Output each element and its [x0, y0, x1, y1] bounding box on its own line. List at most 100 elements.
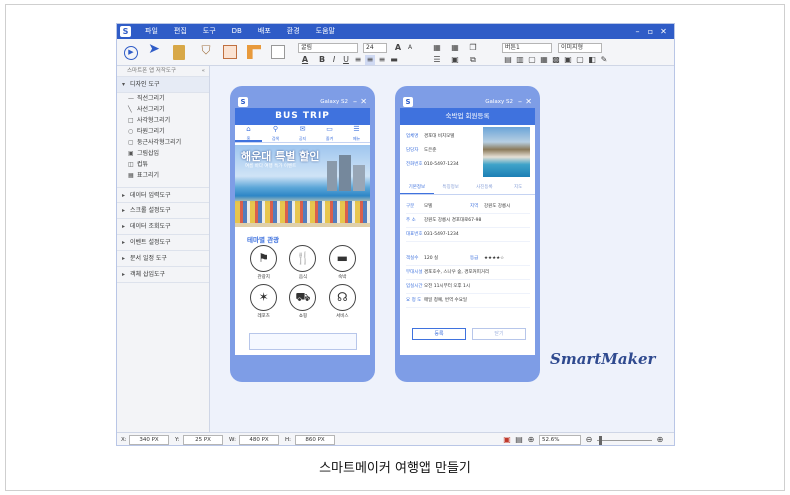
align-type-select[interactable]: 이미지형 [558, 43, 602, 53]
zoom-slider-thumb[interactable] [599, 436, 602, 445]
x-field[interactable]: 340 PX [129, 435, 169, 445]
nav-menu[interactable]: ☰ 메뉴 [343, 125, 370, 142]
tool-ellipse[interactable]: ○ 타원그리기 [117, 126, 209, 137]
stamp-icon[interactable]: ⛉ [200, 44, 212, 60]
tool-diagonal[interactable]: ╲ 사선그리기 [117, 104, 209, 115]
align-icon[interactable] [247, 45, 261, 59]
menu-file[interactable]: 파일 [137, 24, 166, 39]
group-icon[interactable]: ⧉ [468, 55, 478, 65]
align-right-icon[interactable]: ≡ [377, 55, 387, 65]
menu-deploy[interactable]: 배포 [250, 24, 279, 39]
tool-rounded-rect[interactable]: ▢ 둥근사각형그리기 [117, 137, 209, 148]
phone-member-register[interactable]: S Galaxy S2 – ✕ 숙박업 회원등록 업체명 경포대 비치모텔 담당자… [395, 86, 540, 382]
style-select[interactable]: 버튼1 [502, 43, 552, 53]
theme-leisure[interactable]: ✶ 레포츠 [244, 284, 283, 319]
phone1-minimize-icon[interactable]: – [353, 97, 357, 106]
menu-tools[interactable]: 도구 [195, 24, 224, 39]
layout-icon[interactable]: ▦ [432, 43, 442, 53]
close-icon[interactable]: ✕ [657, 24, 670, 39]
tool-table[interactable]: ▦ 표그리기 [117, 170, 209, 181]
theme-shopping[interactable]: ⛟ 쇼핑 [283, 284, 322, 319]
theme-tour[interactable]: ⚑ 관광지 [244, 245, 283, 280]
zoom-select[interactable]: 52.6% [539, 435, 581, 445]
arrange-icon[interactable]: ☰ [432, 55, 442, 65]
pointer-icon[interactable]: ➤ [147, 42, 161, 60]
tool-b-icon[interactable]: ▥ [515, 55, 525, 65]
line-style-icon[interactable]: ▬ [389, 55, 399, 65]
play-icon[interactable]: ▶ [124, 46, 138, 60]
design-canvas[interactable]: S Galaxy S2 – ✕ BUS TRIP ⌂ 홈 ⚲ 검색 ✉ 공지 ▭ 즐겨 … [210, 66, 674, 432]
section-object-insert[interactable]: ▸ 객체 삽입도구 [117, 267, 209, 283]
zoom-in-icon[interactable]: ⊕ [655, 435, 665, 445]
tool-cup[interactable]: ◫ 컵튜 [117, 159, 209, 170]
font-color-icon[interactable]: A [300, 55, 310, 65]
tool-line[interactable]: — 직선그리기 [117, 93, 209, 104]
theme-service[interactable]: ☊ 서비스 [323, 284, 362, 319]
section-schedule[interactable]: ▸ 문서 일정 도구 [117, 251, 209, 267]
tab-map[interactable]: 지도 [501, 182, 535, 194]
brush-icon[interactable]: ✎ [599, 55, 609, 65]
align-center-icon[interactable]: ≡ [365, 55, 375, 65]
nav-favorite[interactable]: ▭ 즐겨 [316, 125, 343, 142]
font-size-select[interactable]: 24 [363, 43, 387, 53]
frame-icon[interactable] [271, 45, 285, 59]
font-select[interactable]: 굴림 [298, 43, 358, 53]
phone-bus-trip[interactable]: S Galaxy S2 – ✕ BUS TRIP ⌂ 홈 ⚲ 검색 ✉ 공지 ▭ 즐겨 … [230, 86, 375, 382]
section-data-input[interactable]: ▸ 데이터 입력도구 [117, 187, 209, 203]
status-tool-b-icon[interactable]: ▤ [514, 435, 524, 445]
align-left-icon[interactable]: ≡ [353, 55, 363, 65]
menu-edit[interactable]: 편집 [166, 24, 195, 39]
zoom-out-icon[interactable]: ⊖ [584, 435, 594, 445]
y-field[interactable]: 25 PX [183, 435, 223, 445]
tool-rectangle[interactable]: □ 사각형그리기 [117, 115, 209, 126]
nav-search[interactable]: ⚲ 검색 [262, 125, 289, 142]
italic-icon[interactable]: I [329, 55, 339, 65]
nav-home[interactable]: ⌂ 홈 [235, 125, 262, 142]
tab-basic[interactable]: 기본정보 [400, 182, 434, 194]
restore-icon[interactable]: ▫ [644, 24, 657, 39]
section-event[interactable]: ▸ 이벤트 설정도구 [117, 235, 209, 251]
section-scroll[interactable]: ▸ 스크롤 설정도구 [117, 203, 209, 219]
tool-c-icon[interactable]: ▢ [527, 55, 537, 65]
tool-image[interactable]: ▣ 그림삽입 [117, 148, 209, 159]
copy-icon[interactable]: ❐ [468, 43, 478, 53]
table-icon[interactable] [223, 45, 237, 59]
phone2-minimize-icon[interactable]: – [518, 97, 522, 106]
w-field[interactable]: 480 PX [239, 435, 279, 445]
menu-help[interactable]: 도움말 [308, 24, 343, 39]
tool-d-icon[interactable]: ▦ [539, 55, 549, 65]
status-tool-a-icon[interactable]: ▣ [502, 435, 512, 445]
phone1-close-icon[interactable]: ✕ [360, 97, 367, 106]
phone1-footer-box[interactable] [249, 333, 357, 350]
menu-db[interactable]: DB [224, 24, 250, 39]
phone2-close-icon[interactable]: ✕ [525, 97, 532, 106]
grow-font-icon[interactable]: A [393, 43, 403, 53]
section-design-tools[interactable]: ▾ 디자인 도구 [117, 77, 209, 93]
paste-icon[interactable] [173, 45, 185, 60]
tool-e-icon[interactable]: ▩ [551, 55, 561, 65]
section-data-query[interactable]: ▸ 데이터 조회도구 [117, 219, 209, 235]
zoom-slider[interactable] [597, 440, 652, 441]
minimize-icon[interactable]: – [631, 24, 644, 39]
status-tool-c-icon[interactable]: ⊕ [526, 435, 536, 445]
theme-food[interactable]: 🍴 음식 [283, 245, 322, 280]
close-button[interactable]: 닫기 [472, 328, 526, 340]
grid-icon[interactable]: ▦ [450, 43, 460, 53]
bold-icon[interactable]: B [317, 55, 327, 65]
shrink-font-icon[interactable]: A [405, 43, 415, 53]
register-button[interactable]: 등록 [412, 328, 466, 340]
h-field[interactable]: 860 PX [295, 435, 335, 445]
tab-feature[interactable]: 특징정보 [434, 182, 468, 194]
tab-photo[interactable]: 사진등록 [468, 182, 502, 194]
row-address: 주 소 강원도 강릉시 경포대로67-98 [406, 214, 530, 228]
tool-a-icon[interactable]: ▤ [503, 55, 513, 65]
theme-lodging[interactable]: ▬ 숙박 [323, 245, 362, 280]
nav-notice[interactable]: ✉ 공지 [289, 125, 316, 142]
menu-settings[interactable]: 환경 [279, 24, 308, 39]
image-icon[interactable]: ▣ [450, 55, 460, 65]
tool-f-icon[interactable]: ▣ [563, 55, 573, 65]
pin-icon[interactable]: « [202, 66, 205, 77]
underline-icon[interactable]: U [341, 55, 351, 65]
tool-g-icon[interactable]: ▢ [575, 55, 585, 65]
tool-h-icon[interactable]: ◧ [587, 55, 597, 65]
